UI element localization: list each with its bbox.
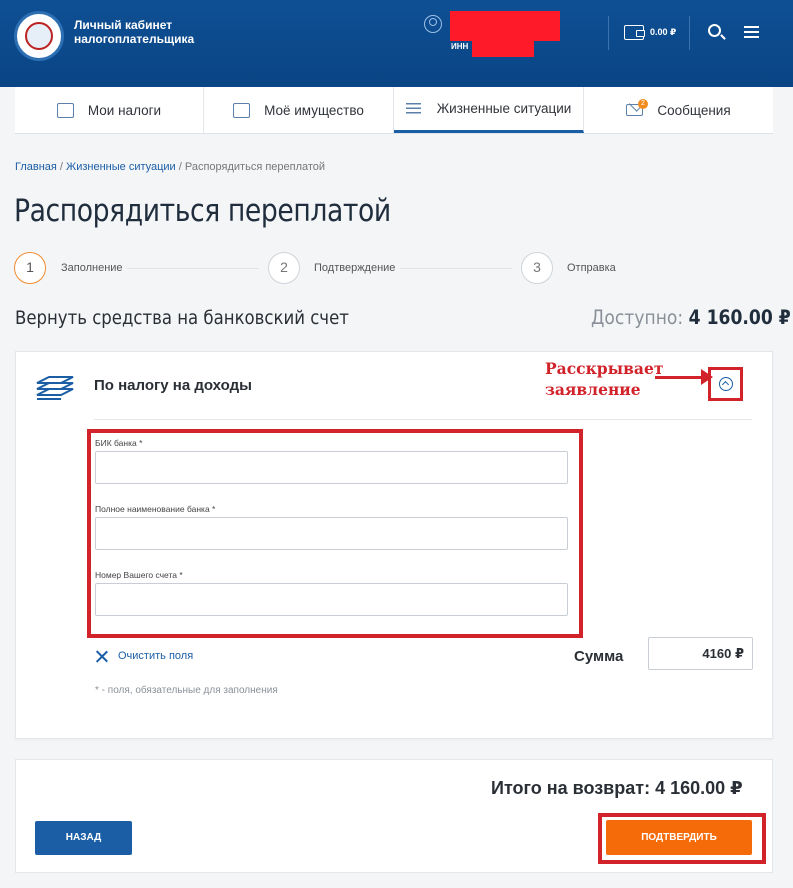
card-divider — [94, 419, 752, 420]
wallet-icon[interactable] — [624, 25, 645, 40]
account-input[interactable] — [95, 583, 568, 616]
menu-icon[interactable] — [744, 26, 759, 38]
card-title: По налогу на доходы — [94, 377, 252, 394]
tab-my-taxes[interactable]: Мои налоги — [15, 87, 204, 133]
step-3-circle: 3 — [521, 252, 553, 284]
available-label: Доступно: — [591, 306, 684, 329]
tab-my-property[interactable]: Моё имущество — [204, 87, 394, 133]
main-nav: Мои налоги Моё имущество Жизненные ситуа… — [15, 87, 773, 134]
bik-label: БИК банка * — [95, 438, 143, 448]
required-note: * - поля, обязательные для заполнения — [95, 685, 278, 696]
top-header: Личный кабинет налогоплательщика ИНН 0.0… — [0, 0, 793, 87]
close-icon — [96, 650, 108, 662]
collapse-chevron-icon[interactable] — [719, 377, 733, 391]
breadcrumb: Главная / Жизненные ситуации / Распоряди… — [15, 161, 325, 173]
step-3-label: Отправка — [567, 262, 616, 274]
breadcrumb-current: Распорядиться переплатой — [184, 161, 326, 173]
search-icon[interactable] — [708, 24, 721, 37]
user-icon[interactable] — [424, 15, 442, 33]
breadcrumb-home[interactable]: Главная — [15, 161, 57, 173]
bik-input[interactable] — [95, 451, 568, 484]
tab-label: Сообщения — [657, 102, 731, 118]
step-2-label: Подтверждение — [314, 262, 396, 274]
confirm-button[interactable]: ПОДТВЕРДИТЬ — [606, 820, 752, 855]
redacted-name — [450, 11, 560, 41]
breadcrumb-sep: / — [175, 161, 185, 173]
balance-value[interactable]: 0.00 ₽ — [650, 27, 676, 38]
available-amount: Доступно: 4 160.00 ₽ — [591, 306, 791, 329]
income-tax-icon — [36, 376, 74, 400]
annotation-text: Расскрывает заявление — [545, 358, 663, 400]
section-subtitle: Вернуть средства на банковский счет — [15, 307, 349, 329]
step-1-circle: 1 — [14, 252, 46, 284]
emblem-logo[interactable] — [14, 11, 64, 61]
tab-messages[interactable]: Сообщения — [584, 87, 773, 133]
brand-line-1: Личный кабинет — [74, 18, 173, 32]
list-icon — [405, 101, 423, 116]
bank-name-input[interactable] — [95, 517, 568, 550]
back-button[interactable]: НАЗАД — [35, 821, 132, 855]
header-divider — [689, 16, 690, 50]
brand-line-2: налогоплательщика — [74, 32, 195, 46]
breadcrumb-sep: / — [56, 161, 67, 173]
step-2-circle: 2 — [268, 252, 300, 284]
account-label: Номер Вашего счета * — [95, 570, 183, 580]
breadcrumb-section[interactable]: Жизненные ситуации — [66, 161, 176, 173]
property-icon — [233, 102, 251, 118]
sum-input[interactable]: 4160 ₽ — [648, 637, 753, 670]
bank-name-label: Полное наименование банка * — [95, 504, 216, 514]
tab-label: Жизненные ситуации — [436, 101, 572, 116]
clear-fields-label: Очистить поля — [118, 650, 194, 662]
annotation-line-1: Расскрывает — [545, 359, 664, 378]
available-value: 4 160.00 ₽ — [688, 306, 791, 329]
inn-label: ИНН — [451, 42, 469, 51]
header-divider — [608, 16, 609, 50]
annotation-arrow — [655, 369, 713, 385]
annotation-line-2: заявление — [545, 380, 641, 399]
tab-label: Мои налоги — [87, 102, 162, 118]
messages-badge: 2 — [638, 99, 648, 109]
step-connector — [127, 268, 258, 269]
tab-life-situations[interactable]: Жизненные ситуации — [394, 87, 584, 133]
clear-fields-link[interactable]: Очистить поля — [96, 650, 193, 662]
page-title: Распорядиться переплатой — [14, 193, 391, 229]
total-refund: Итого на возврат: 4 160.00 ₽ — [491, 778, 743, 798]
sum-label: Сумма — [574, 648, 624, 665]
taxes-icon — [56, 102, 74, 118]
redacted-inn — [472, 38, 534, 57]
step-1-label: Заполнение — [61, 262, 123, 274]
brand-title[interactable]: Личный кабинет налогоплательщика — [74, 18, 194, 46]
tab-label: Моё имущество — [264, 102, 364, 118]
step-connector — [400, 268, 512, 269]
